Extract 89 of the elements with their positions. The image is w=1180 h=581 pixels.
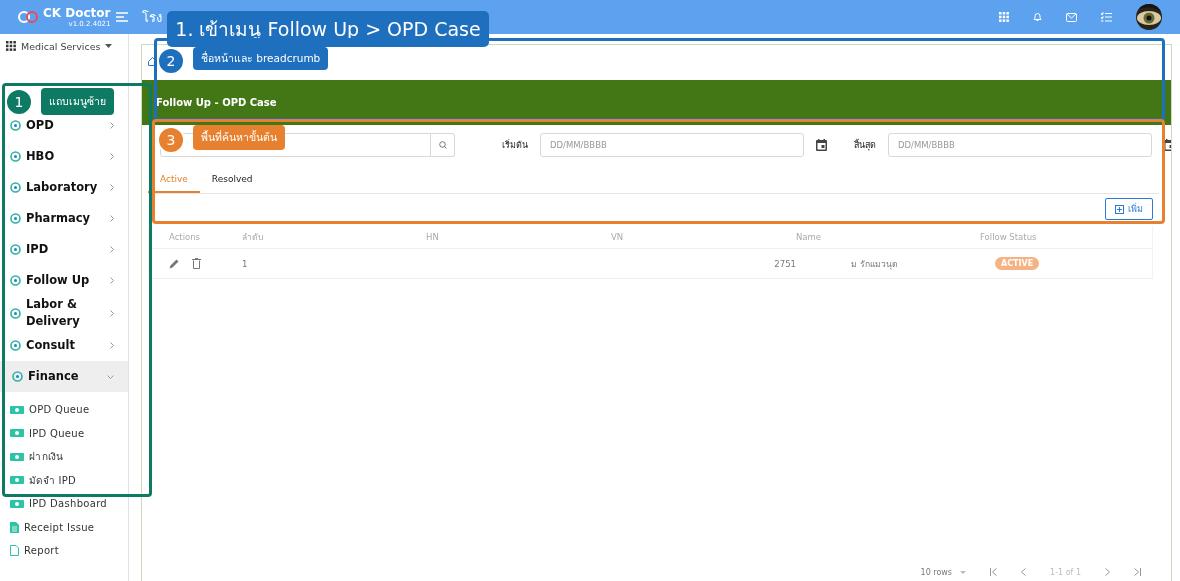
page-range: 1-1 of 1 (1050, 567, 1081, 577)
chevron-right-icon (110, 122, 114, 129)
banknote-icon (10, 429, 24, 438)
app-name: CK Doctor (43, 6, 111, 20)
calendar-icon[interactable] (816, 139, 827, 151)
menu-item[interactable]: HBO (0, 141, 128, 172)
menu-item[interactable]: IPD (0, 234, 128, 265)
logo-icon (18, 11, 38, 23)
menu-item[interactable]: Consult (0, 330, 128, 361)
next-page-icon[interactable] (1105, 568, 1110, 576)
menu-item-icon (12, 371, 23, 382)
submenu-item[interactable]: ฝากเงิน (0, 445, 128, 469)
apps-icon[interactable] (999, 12, 1009, 22)
chevron-right-icon (110, 215, 114, 222)
step-number-tooltip: 2 (157, 47, 185, 75)
submenu-item[interactable]: IPD Dashboard (0, 492, 128, 516)
submenu-item[interactable]: IPD Queue (0, 421, 128, 445)
menu-item-icon (10, 275, 21, 286)
banknote-icon (10, 476, 24, 485)
date-label: เริ่มต้น (502, 138, 528, 152)
page-title-bar: Follow Up - OPD Case (142, 80, 1171, 125)
menu-item[interactable]: Labor & Delivery (0, 296, 128, 330)
table-cell: 2751 (774, 258, 796, 269)
submenu-item[interactable]: Report (0, 539, 128, 563)
chevron-right-icon (110, 342, 114, 349)
menu-item-icon (10, 182, 21, 193)
menu-item-icon (10, 213, 21, 224)
checklist-icon[interactable] (1101, 12, 1112, 22)
column-header: Follow Status (979, 232, 1038, 242)
column-header: Actions (168, 232, 202, 242)
column-header: Name (795, 232, 823, 242)
submenu-item[interactable]: OPD Queue (0, 398, 128, 422)
file-icon (10, 545, 19, 557)
home-icon[interactable] (148, 57, 157, 66)
chevron-right-icon (110, 277, 114, 284)
edit-icon[interactable] (169, 258, 180, 269)
previous-page-icon[interactable] (1021, 568, 1027, 576)
chevron-right-icon (110, 309, 114, 317)
column-header: VN (610, 232, 625, 242)
menu-item-icon (10, 307, 21, 319)
plus-square-icon (1115, 204, 1124, 214)
table-cell-text: 1 (241, 258, 249, 269)
chevron-right-icon (110, 246, 114, 253)
annotation-tooltip: แถบเมนูซ้าย (41, 88, 114, 115)
date-field[interactable]: DD/MM/BBBB (540, 133, 804, 157)
table-cell-text: ม รักแมวนุด (851, 257, 898, 271)
trash-icon[interactable] (192, 258, 201, 269)
menu-item[interactable]: Laboratory (0, 172, 128, 203)
banknote-icon (10, 499, 24, 508)
annotation-tooltip: ชื่อหน้าและ breadcrumb (193, 47, 329, 70)
search-icon (438, 141, 447, 149)
menu-item-icon (10, 244, 21, 255)
chevron-right-icon (110, 153, 114, 160)
apps-icon (6, 41, 16, 51)
caret-icon (960, 570, 967, 574)
submenu-item[interactable]: Receipt Issue (0, 515, 128, 539)
chevron-right-icon (110, 184, 114, 191)
document-icon (10, 521, 19, 533)
step-number-tooltip: 1 (5, 88, 33, 116)
search-button[interactable] (431, 133, 455, 157)
status-badge: ACTIVE (995, 257, 1040, 270)
caret-icon (105, 44, 113, 48)
step-number-tooltip: 3 (157, 126, 185, 154)
menu-item-icon (10, 340, 21, 351)
date-field[interactable]: DD/MM/BBBB (888, 133, 1152, 157)
chevron-down-icon (107, 374, 114, 379)
hospital-name: โรง (142, 8, 162, 27)
menu-item[interactable]: Follow Up (0, 265, 128, 296)
annotation-tooltip: พื้นที่ค้นหาขั้นต้น (193, 125, 285, 150)
menu-item-icon (10, 151, 21, 162)
column-header: HN (425, 232, 440, 242)
rows-per-page-select[interactable]: 10 rows (920, 567, 967, 577)
bell-icon[interactable] (1033, 12, 1042, 22)
banknote-icon (10, 405, 24, 414)
date-label: สิ้นสุด (854, 138, 876, 152)
tab[interactable]: Resolved (199, 167, 265, 193)
menu-icon[interactable] (115, 12, 128, 22)
last-page-icon[interactable] (1134, 568, 1141, 576)
add-button[interactable]: เพิ่ม (1105, 198, 1153, 220)
menu-item-icon (10, 120, 21, 131)
first-page-icon[interactable] (990, 568, 998, 576)
column-header: ลำดับ (241, 231, 264, 244)
annotation-title-tooltip: 1. เข้าเมนู Follow Up > OPD Case (167, 11, 489, 47)
menu-item[interactable]: Finance (0, 361, 128, 392)
banknote-icon (10, 452, 24, 461)
menu-item[interactable]: Pharmacy (0, 203, 128, 234)
submenu-item[interactable]: มัดจำ IPD (0, 468, 128, 492)
mail-icon[interactable] (1066, 12, 1077, 22)
module-selector[interactable]: Medical Services (0, 34, 128, 58)
